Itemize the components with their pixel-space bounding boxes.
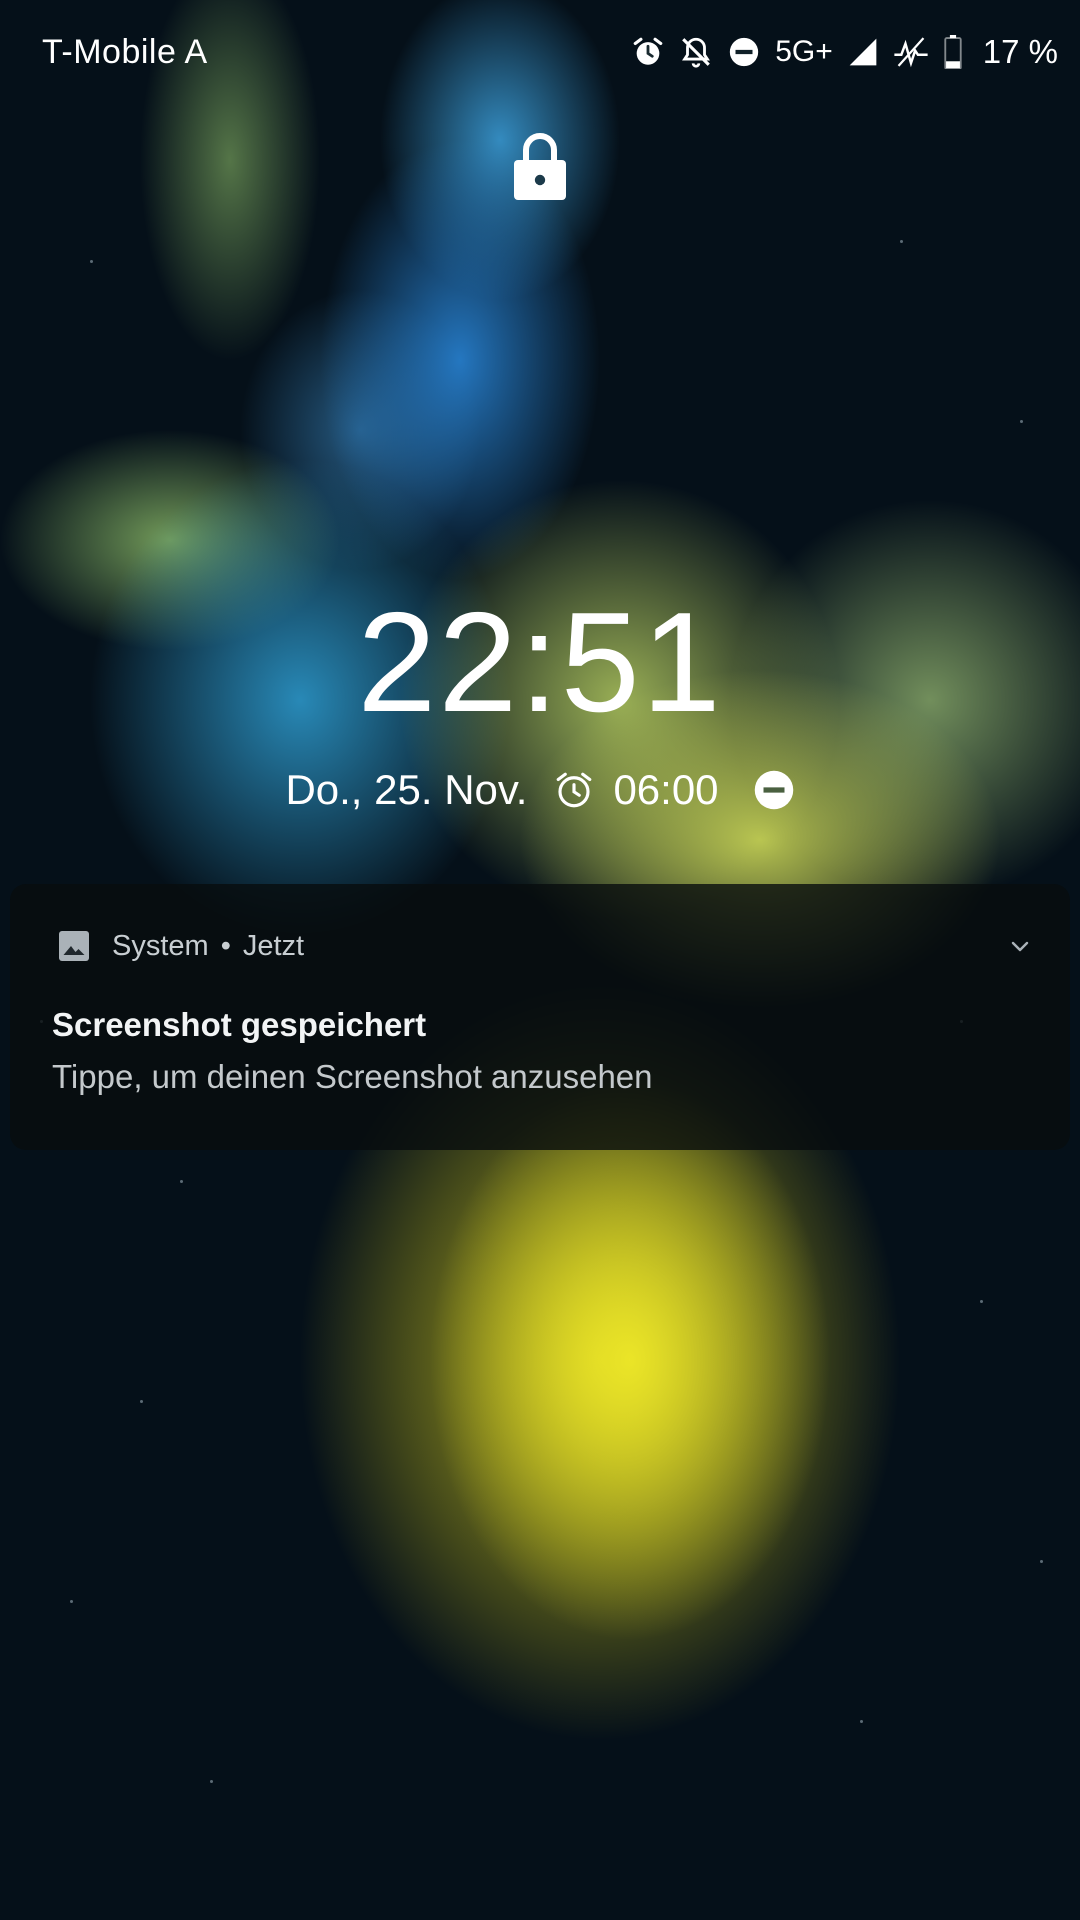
no-sim-signal-icon [893, 35, 929, 69]
notification-header: System • Jetzt [56, 926, 304, 966]
carrier-name: T-Mobile A [42, 33, 208, 71]
chevron-down-icon[interactable] [1008, 934, 1032, 958]
notification-time: Jetzt [242, 929, 305, 962]
lock-screen: T-Mobile A 5G+ 17 % 22:51 Do., 25. Nov. … [0, 0, 1080, 1920]
alarm-icon [553, 769, 595, 811]
status-bar[interactable]: T-Mobile A 5G+ 17 % [0, 0, 1080, 104]
status-icons: 5G+ 17 % [631, 28, 1058, 76]
do-not-disturb-icon [753, 769, 795, 811]
alarm-icon [631, 35, 665, 69]
image-icon [56, 928, 92, 964]
silent-bell-icon [679, 35, 713, 69]
signal-icon [847, 36, 879, 68]
notification-text: Tippe, um deinen Screenshot anzusehen [52, 1058, 653, 1095]
do-not-disturb-icon [727, 35, 761, 69]
lock-icon[interactable] [512, 130, 568, 202]
battery-percentage: 17 % [982, 33, 1058, 70]
notification-title: Screenshot gespeichert [52, 1006, 427, 1043]
screenshot-notification[interactable]: System • Jetzt Screenshot gespeichert Ti… [10, 884, 1070, 1150]
network-type: 5G+ [775, 35, 833, 68]
lockscreen-clock: 22:51 [357, 583, 723, 742]
date-label: Do., 25. Nov. [285, 766, 528, 813]
notification-app-name: System [112, 929, 209, 962]
battery-icon [943, 35, 963, 69]
date-alarm-row: Do., 25. Nov. 06:00 [0, 762, 1080, 818]
next-alarm-time: 06:00 [613, 766, 719, 813]
notification-separator: • [220, 929, 231, 962]
